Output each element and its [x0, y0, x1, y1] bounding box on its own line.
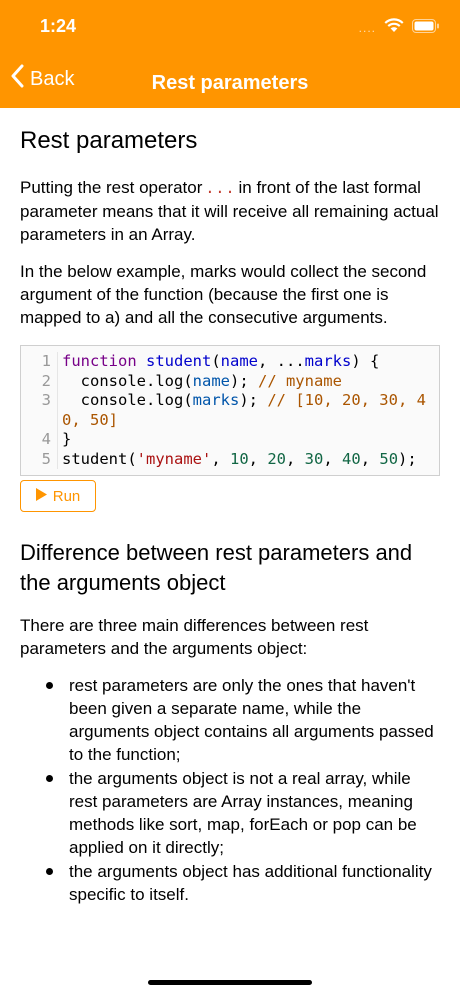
example-paragraph: In the below example, marks would collec…: [20, 262, 427, 327]
list-item-text: rest parameters are only the ones that h…: [69, 676, 434, 764]
bullet-icon: [46, 868, 53, 875]
comma-token: ,: [211, 449, 230, 468]
list-item-text: the arguments object is not a real array…: [69, 769, 417, 857]
call-end-token: );: [239, 391, 268, 409]
code-text: }: [62, 430, 72, 448]
list-item: the arguments object has additional func…: [20, 860, 440, 906]
code-text: student('myname', 10, 20, 30, 40, 50);: [58, 450, 430, 470]
number-token: 40: [342, 449, 361, 468]
intro-text-start: Putting the rest operator: [20, 178, 203, 197]
line-number: 1: [21, 352, 58, 372]
code-line: 4 }: [21, 430, 439, 450]
param-token: name: [220, 352, 258, 370]
status-icons: ....: [359, 18, 440, 38]
number-token: 10: [229, 449, 249, 468]
wifi-icon: [384, 18, 404, 38]
page-title: Rest parameters: [151, 72, 309, 94]
function-name-token: student: [146, 352, 212, 370]
home-indicator[interactable]: [148, 980, 312, 985]
code-text: console.log(marks); // [10, 20, 30, 40, …: [58, 391, 430, 430]
comma-token: ,: [360, 449, 380, 468]
differences-list: rest parameters are only the ones that h…: [20, 674, 440, 906]
line-number: 5: [21, 449, 58, 469]
navigation-header: 1:24 .... Back Rest parameters: [0, 0, 460, 108]
paren-token: ) {: [351, 352, 380, 370]
call-token: console.log(: [62, 391, 193, 409]
status-time: 1:24: [40, 16, 77, 36]
comma-token: ,: [286, 449, 305, 468]
code-line: 3 console.log(marks); // [10, 20, 30, 40…: [21, 391, 439, 430]
comma-token: ,: [323, 449, 343, 468]
intro-paragraph: Putting the rest operator... in front of …: [20, 176, 440, 246]
paren-token: (: [211, 352, 221, 370]
bullet-icon: [46, 775, 53, 782]
call-token: student(: [62, 449, 137, 468]
number-token: 30: [304, 449, 324, 468]
signal-icon: ....: [358, 21, 376, 35]
line-number: 3: [21, 391, 58, 430]
differences-paragraph: There are three main differences between…: [20, 616, 369, 658]
variable-token: marks: [192, 391, 240, 409]
code-line: 1 function student(name, ...marks) {: [21, 352, 439, 372]
line-number: 4: [21, 430, 58, 450]
code-text: function student(name, ...marks) {: [58, 352, 430, 372]
variable-token: name: [192, 371, 230, 390]
inline-code-rest-operator: ...: [205, 179, 236, 197]
bullet-icon: [46, 682, 53, 689]
string-token: 'myname': [136, 449, 212, 468]
run-label: Run: [52, 487, 81, 505]
line-number: 2: [21, 371, 58, 391]
list-item-text: the arguments object has additional func…: [69, 862, 432, 904]
article-heading: Rest parameters: [20, 127, 198, 154]
number-token: 50: [379, 449, 399, 468]
param-token: marks: [304, 352, 352, 370]
section-heading: Difference between rest parameters and t…: [20, 540, 413, 595]
comment-token: // myname: [257, 371, 342, 390]
code-line: 2 console.log(name); // myname: [21, 371, 439, 392]
code-editor[interactable]: 1 function student(name, ...marks) { 2 c…: [20, 345, 440, 476]
list-item: rest parameters are only the ones that h…: [20, 674, 440, 766]
list-item: the arguments object is not a real array…: [20, 767, 440, 859]
play-icon: [35, 487, 47, 505]
code-line: 5 student('myname', 10, 20, 30, 40, 50);: [21, 449, 439, 470]
comma-token: ,: [248, 449, 268, 468]
call-token: console.log(: [62, 371, 193, 390]
number-token: 20: [267, 449, 286, 468]
call-end-token: );: [398, 449, 417, 468]
spread-token: , ...: [258, 352, 305, 370]
keyword-token: function: [62, 352, 137, 370]
article-content: Rest parameters Putting the rest operato…: [20, 108, 440, 907]
run-button[interactable]: Run: [20, 480, 96, 512]
code-text: console.log(name); // myname: [58, 372, 430, 392]
call-end-token: );: [229, 371, 258, 390]
battery-icon: [412, 18, 440, 38]
